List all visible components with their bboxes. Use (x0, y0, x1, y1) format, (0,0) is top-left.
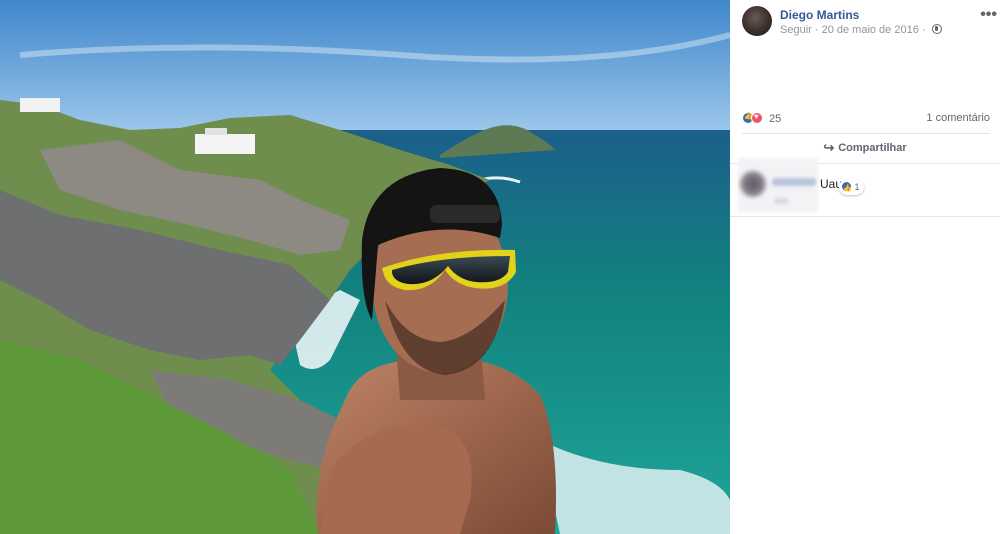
globe-icon[interactable] (931, 24, 942, 34)
meta-separator: · (811, 24, 822, 36)
comment-item: Uau 1 (738, 158, 998, 214)
author-avatar[interactable] (742, 6, 772, 36)
follow-link[interactable]: Seguir (780, 24, 812, 36)
reaction-count[interactable]: 25 (769, 113, 781, 125)
reactions-bar: 25 1 comentário (742, 112, 990, 126)
share-label: Compartilhar (838, 142, 907, 154)
more-options-icon[interactable]: ••• (980, 6, 997, 24)
post-details-panel: Diego Martins Seguir · 20 de maio de 201… (730, 0, 1000, 534)
photo-image (0, 0, 730, 534)
comment-reaction-badge[interactable]: 1 (839, 179, 864, 197)
post-photo[interactable] (0, 0, 730, 534)
post-header: Diego Martins Seguir · 20 de maio de 201… (742, 6, 997, 46)
comments-count-link[interactable]: 1 comentário (926, 112, 990, 124)
author-name[interactable]: Diego Martins (780, 8, 859, 22)
love-icon[interactable] (751, 112, 763, 124)
like-icon (841, 181, 852, 197)
post-meta: Seguir · 20 de maio de 2016 · (780, 24, 942, 36)
post-date[interactable]: 20 de maio de 2016 (822, 24, 919, 36)
commenter-name-blurred[interactable] (772, 178, 816, 186)
comment-meta-blurred (774, 198, 788, 204)
meta-separator-2: · (918, 24, 929, 36)
share-button[interactable]: ↪ Compartilhar (730, 140, 1000, 156)
divider (742, 133, 990, 134)
divider (730, 216, 1000, 217)
comment-reaction-count: 1 (854, 182, 860, 192)
commenter-avatar[interactable] (740, 171, 766, 197)
share-arrow-icon: ↪ (823, 140, 835, 155)
